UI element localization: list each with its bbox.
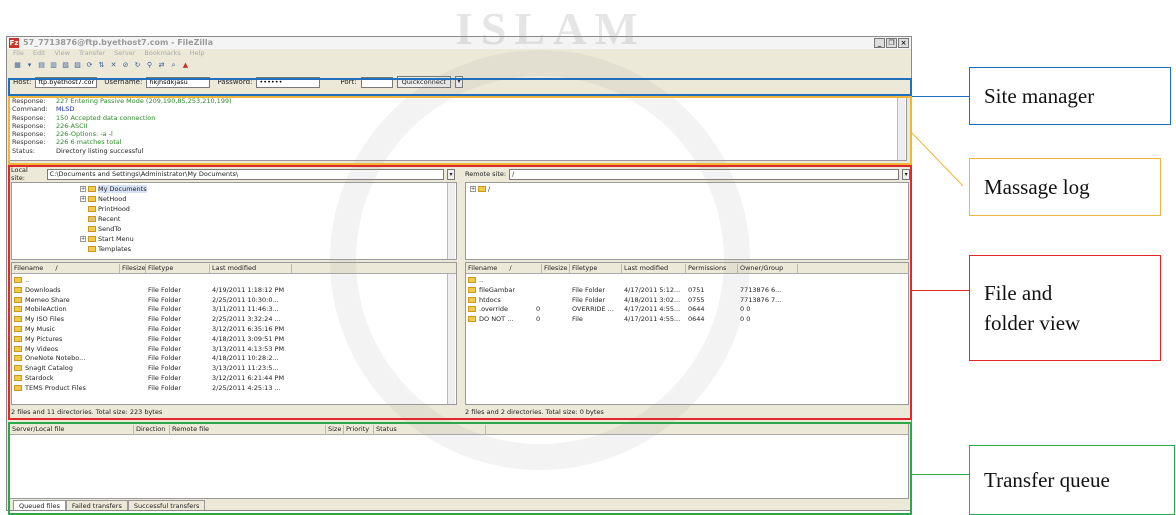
site-manager-highlight bbox=[8, 78, 912, 96]
menu-file[interactable]: File bbox=[13, 49, 24, 59]
file-folder-highlight bbox=[8, 165, 912, 420]
file-folder-label: File and folder view bbox=[969, 255, 1161, 361]
maximize-button[interactable]: ❐ bbox=[886, 38, 897, 48]
local-tree-toggle-icon[interactable]: ▥ bbox=[49, 61, 58, 70]
menu-bookmarks[interactable]: Bookmarks bbox=[144, 49, 180, 59]
dropdown-icon[interactable]: ▾ bbox=[25, 61, 34, 70]
filezilla-icon[interactable]: ▲ bbox=[181, 61, 190, 70]
search-icon[interactable]: ⌕ bbox=[169, 61, 178, 70]
transfer-queue-toggle-icon[interactable]: ▨ bbox=[73, 61, 82, 70]
transfer-queue-highlight bbox=[8, 422, 912, 515]
site-manager-label-text: Site manager bbox=[984, 84, 1095, 108]
message-log-highlight bbox=[8, 96, 912, 165]
disconnect-icon[interactable]: ⊘ bbox=[121, 61, 130, 70]
transfer-queue-label-text: Transfer queue bbox=[984, 468, 1110, 492]
site-manager-connector bbox=[912, 96, 970, 97]
menu-view[interactable]: View bbox=[54, 49, 69, 59]
minimize-button[interactable]: _ bbox=[874, 38, 885, 48]
file-folder-label-line2: folder view bbox=[984, 311, 1081, 335]
menu-transfer[interactable]: Transfer bbox=[79, 49, 105, 59]
cancel-icon[interactable]: ✕ bbox=[109, 61, 118, 70]
window-controls: _ ❐ × bbox=[874, 38, 909, 48]
message-log-connector bbox=[910, 131, 964, 187]
filezilla-icon: Fz bbox=[9, 38, 19, 48]
message-log-label: Massage log bbox=[969, 158, 1161, 216]
sync-browsing-icon[interactable]: ⇄ bbox=[157, 61, 166, 70]
watermark-text: ISLAM bbox=[455, 3, 646, 54]
menu-help[interactable]: Help bbox=[190, 49, 205, 59]
menu-server[interactable]: Server bbox=[114, 49, 135, 59]
file-folder-connector bbox=[912, 290, 970, 291]
menu-edit[interactable]: Edit bbox=[33, 49, 46, 59]
transfer-queue-label: Transfer queue bbox=[969, 445, 1175, 515]
site-manager-icon[interactable]: ▦ bbox=[13, 61, 22, 70]
window-title: 57_7713876@ftp.byethost7.com - FileZilla bbox=[23, 38, 214, 47]
transfer-queue-connector bbox=[912, 474, 970, 475]
file-folder-label-line1: File and bbox=[984, 281, 1053, 305]
site-manager-label: Site manager bbox=[969, 67, 1171, 125]
close-button[interactable]: × bbox=[898, 38, 909, 48]
message-log-toggle-icon[interactable]: ▤ bbox=[37, 61, 46, 70]
message-log-label-text: Massage log bbox=[984, 175, 1090, 199]
reconnect-icon[interactable]: ↻ bbox=[133, 61, 142, 70]
refresh-icon[interactable]: ⟳ bbox=[85, 61, 94, 70]
directory-listing-filter-icon[interactable]: ⚲ bbox=[145, 61, 154, 70]
process-queue-icon[interactable]: ⇅ bbox=[97, 61, 106, 70]
remote-tree-toggle-icon[interactable]: ▧ bbox=[61, 61, 70, 70]
